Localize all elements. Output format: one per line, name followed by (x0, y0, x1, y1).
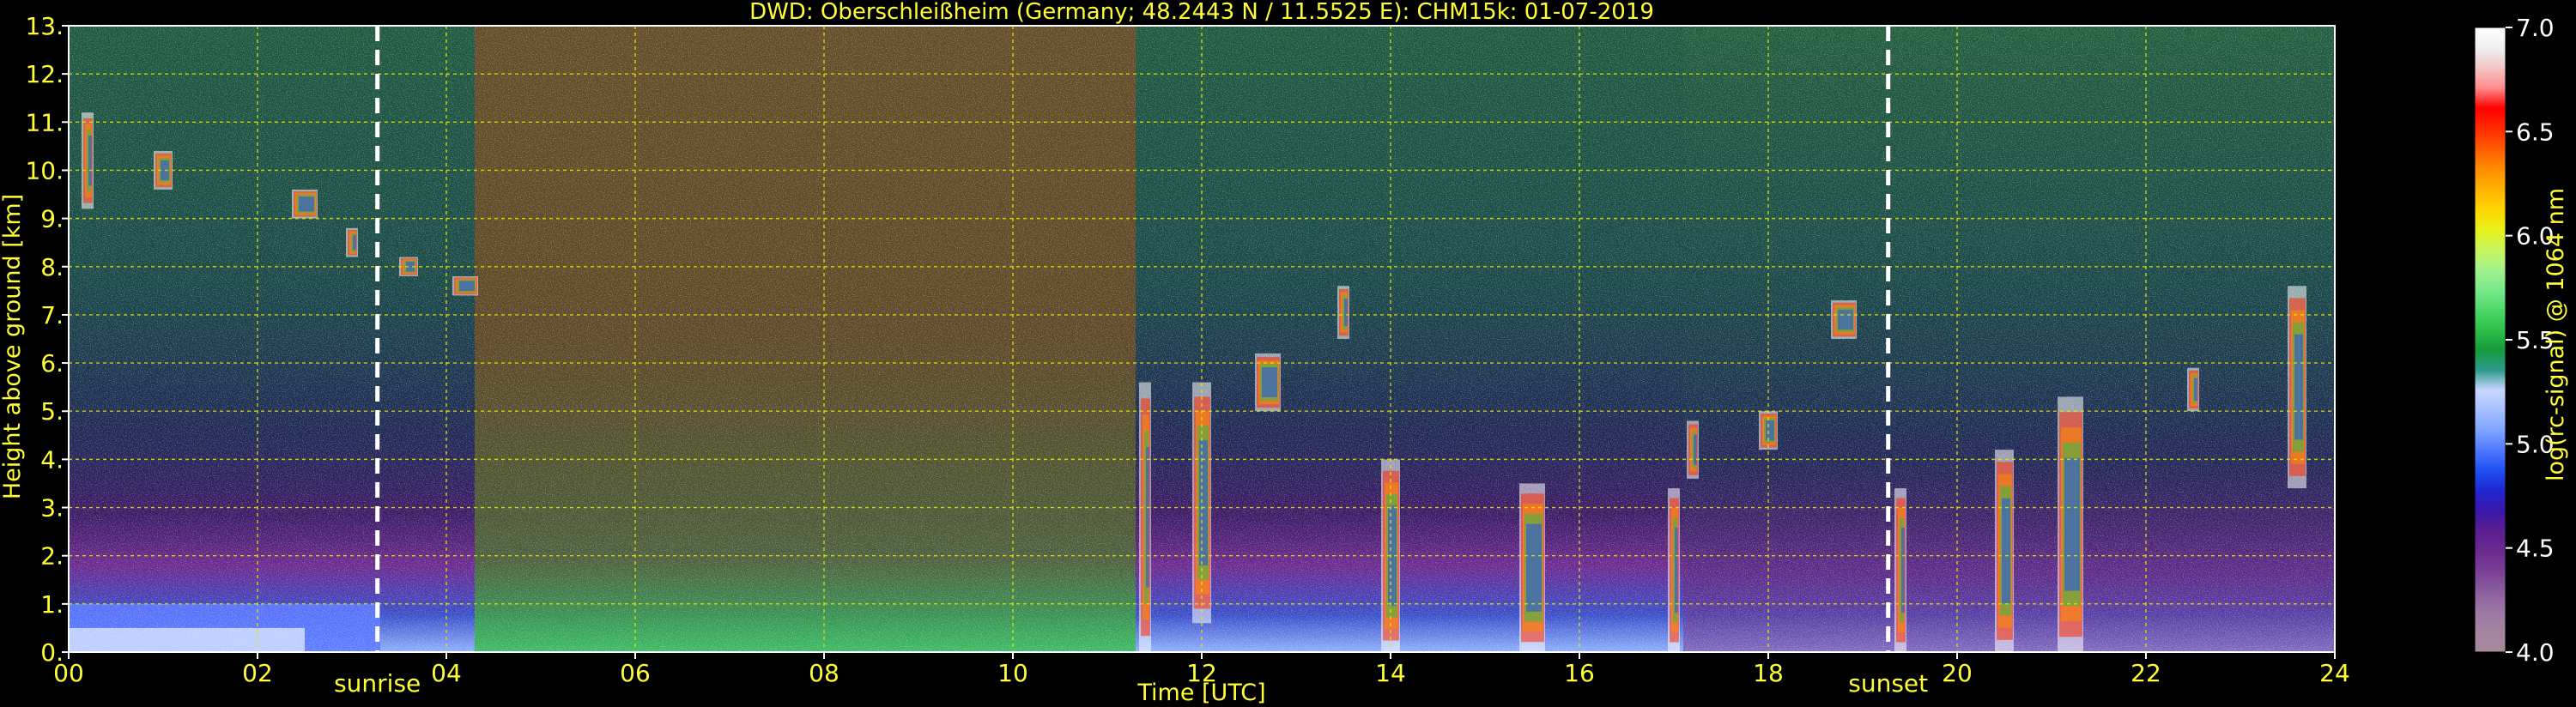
x-tick-label: 22 (2131, 659, 2161, 687)
cloud-mark (2194, 378, 2197, 402)
sunrise-label: sunrise (334, 669, 421, 698)
colorbar-gradient (2474, 27, 2506, 653)
x-tick-label: 24 (2319, 659, 2350, 687)
y-tick-label: 0. (40, 638, 64, 667)
colorbar-tick-label: 4.0 (2516, 638, 2555, 667)
cloud-mark (88, 136, 92, 186)
x-axis-label: Time [UTC] (1136, 680, 1265, 706)
cloud-mark (2294, 334, 2303, 440)
x-tick-label: 14 (1375, 659, 1406, 687)
plot-area (69, 26, 2335, 652)
y-tick-label: 8. (40, 253, 64, 281)
cloud-mark (1146, 447, 1149, 588)
cloud-mark (1694, 434, 1697, 465)
y-tick-label: 4. (40, 445, 64, 474)
y-tick-label: 2. (40, 542, 64, 571)
sunset-label: sunset (1848, 669, 1928, 698)
y-tick-label: 3. (40, 494, 64, 523)
colorbar-tick-label: 6.5 (2516, 118, 2555, 146)
y-tick-label: 7. (40, 301, 64, 329)
y-axis-label: Height above ground [km] (0, 194, 26, 499)
cloud-mark (299, 196, 314, 212)
cloud-mark (1675, 527, 1678, 613)
x-tick-label: 16 (1564, 659, 1595, 687)
cloud-mark (1344, 299, 1348, 327)
cloud-mark (2002, 498, 2010, 604)
x-tick-label: 18 (1753, 659, 1784, 687)
cloud-mark (1262, 367, 1277, 398)
y-tick-label: 9. (40, 205, 64, 233)
ceilometer-chart: 00 02 04 06 08 10 12 14 16 18 20 22 240.1.2.3.4.5.6.… (0, 0, 2569, 706)
x-tick-label: 04 (431, 659, 462, 687)
cloud-mark (1901, 527, 1905, 613)
x-tick-label: 02 (242, 659, 273, 687)
y-tick-label: 10. (25, 156, 64, 184)
cloud-mark (1526, 523, 1542, 612)
cloud-mark (459, 281, 475, 292)
chart-title: DWD: Oberschleißheim (Germany; 48.2443 N… (749, 0, 1654, 25)
y-tick-label: 13. (25, 12, 64, 40)
cloud-mark (353, 234, 356, 251)
y-tick-label: 5. (40, 397, 64, 426)
colorbar-tick-label: 7.0 (2516, 14, 2555, 42)
x-tick-label: 20 (1942, 659, 1973, 687)
x-tick-label: 08 (809, 659, 839, 687)
y-tick-label: 6. (40, 349, 64, 378)
y-tick-label: 1. (40, 590, 64, 619)
cloud-mark (2064, 457, 2080, 591)
cloud-mark (1838, 309, 1853, 330)
y-tick-label: 11. (25, 108, 64, 136)
cloud-mark (1766, 420, 1774, 441)
colorbar-tick-label: 4.5 (2516, 535, 2555, 563)
y-tick-label: 12. (25, 60, 64, 88)
x-tick-label: 06 (620, 659, 651, 687)
x-tick-label: 10 (997, 659, 1028, 687)
colorbar-label: log(rc-signal) @ 1064 nm (2543, 188, 2569, 481)
